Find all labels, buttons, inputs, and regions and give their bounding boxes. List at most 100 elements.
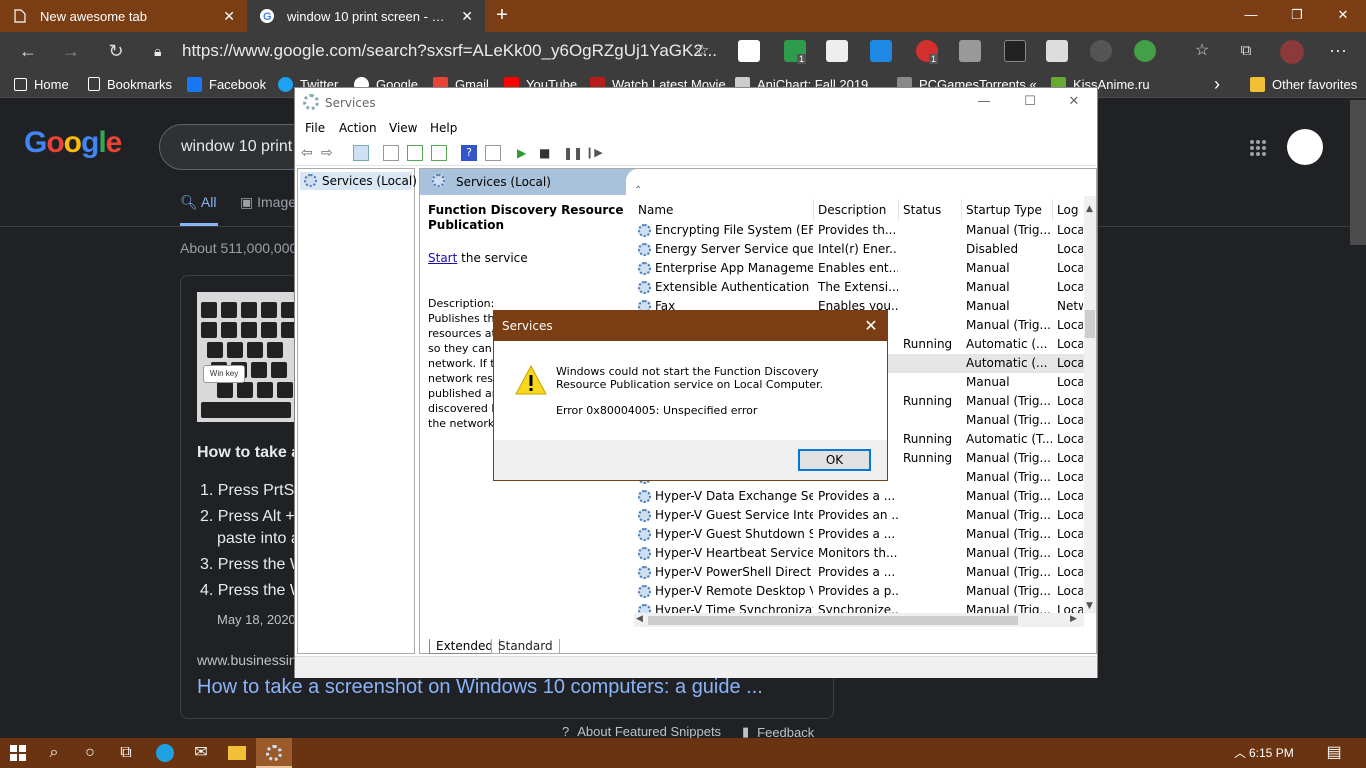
scroll-up-icon[interactable]: ▲ bbox=[1086, 204, 1093, 214]
minimize-icon[interactable]: — bbox=[1228, 0, 1274, 32]
profile-avatar[interactable] bbox=[1280, 40, 1304, 64]
table-row[interactable]: Energy Server Service queen... Intel(r) E… bbox=[634, 240, 1084, 259]
stop-icon[interactable]: ■ bbox=[539, 145, 555, 161]
minimize-icon[interactable]: — bbox=[961, 88, 1007, 116]
console-tree-icon[interactable] bbox=[353, 145, 369, 161]
table-row[interactable]: Hyper-V Guest Shutdown S... Provides a ..… bbox=[634, 525, 1084, 544]
extension-icon[interactable] bbox=[1004, 40, 1026, 62]
table-row[interactable]: Hyper-V Time Synchronizati... Synchronize… bbox=[634, 601, 1084, 613]
bookmark-home[interactable]: Home bbox=[14, 70, 69, 98]
extension-icon[interactable] bbox=[1090, 40, 1112, 62]
new-tab-button[interactable]: + bbox=[490, 4, 514, 28]
restart-icon[interactable]: ❙▶ bbox=[585, 145, 603, 161]
ok-button[interactable]: OK bbox=[798, 449, 871, 471]
table-row[interactable]: Hyper-V Heartbeat Service Monitors th... M… bbox=[634, 544, 1084, 563]
mail-icon[interactable]: ✉ bbox=[183, 738, 219, 768]
other-favorites[interactable]: Other favorites bbox=[1250, 70, 1357, 98]
forward-arrow-icon[interactable]: ⇨ bbox=[321, 145, 337, 161]
help-icon[interactable]: ? bbox=[461, 145, 477, 161]
page-scrollbar[interactable] bbox=[1350, 100, 1366, 245]
tab-extended[interactable]: Extended bbox=[429, 639, 500, 654]
column-name[interactable]: Name bbox=[634, 199, 814, 221]
more-menu-icon[interactable]: ⋯ bbox=[1320, 32, 1356, 70]
forward-button[interactable]: → bbox=[53, 32, 89, 70]
result-url[interactable]: www.businessin bbox=[197, 652, 297, 668]
menu-help[interactable]: Help bbox=[430, 121, 457, 135]
table-row[interactable]: Hyper-V PowerShell Direct ... Provides a … bbox=[634, 563, 1084, 582]
google-logo[interactable]: Google bbox=[24, 126, 122, 160]
close-tab-icon[interactable]: ✕ bbox=[223, 8, 235, 25]
column-log-on-as[interactable]: Log bbox=[1053, 199, 1084, 221]
cell-log: Loca bbox=[1057, 242, 1083, 256]
pause-icon[interactable]: ❚❚ bbox=[563, 145, 583, 161]
scroll-thumb[interactable] bbox=[1085, 310, 1095, 338]
vertical-scrollbar[interactable]: ▲ ▼ bbox=[1084, 196, 1096, 613]
tab-all[interactable]: 🔍︎ All bbox=[180, 194, 216, 211]
column-status[interactable]: Status bbox=[899, 199, 962, 221]
tab-new-awesome-tab[interactable]: New awesome tab ✕ bbox=[0, 0, 247, 32]
favorites-icon[interactable]: ☆ bbox=[1184, 32, 1220, 70]
menu-file[interactable]: File bbox=[305, 121, 325, 135]
bookmark-facebook[interactable]: Facebook bbox=[187, 70, 266, 98]
start-link[interactable]: Start bbox=[428, 251, 457, 265]
table-row[interactable]: Hyper-V Guest Service Inter... Provides a… bbox=[634, 506, 1084, 525]
column-description[interactable]: Description bbox=[814, 199, 899, 221]
apps-grid-icon[interactable] bbox=[1249, 139, 1267, 157]
edge-icon[interactable] bbox=[147, 738, 183, 768]
scroll-right-icon[interactable]: ▶ bbox=[1070, 614, 1077, 624]
task-view-icon[interactable]: ⧉ bbox=[108, 738, 144, 768]
grid-extension-icon[interactable] bbox=[959, 40, 981, 62]
column-startup-type[interactable]: Startup Type bbox=[962, 199, 1053, 221]
menu-view[interactable]: View bbox=[389, 121, 417, 135]
scroll-left-icon[interactable]: ◀ bbox=[636, 614, 643, 624]
table-row[interactable]: Hyper-V Remote Desktop Vi... Provides a p… bbox=[634, 582, 1084, 601]
extension-icon[interactable] bbox=[1134, 40, 1156, 62]
view-icon[interactable] bbox=[485, 145, 501, 161]
services-taskbar-icon[interactable] bbox=[256, 738, 292, 768]
back-button[interactable]: ← bbox=[10, 32, 46, 70]
keyboard-image[interactable] bbox=[197, 292, 297, 422]
back-arrow-icon[interactable]: ⇦ bbox=[301, 145, 317, 161]
windows-start-icon[interactable] bbox=[0, 738, 36, 768]
account-avatar[interactable] bbox=[1287, 129, 1323, 165]
table-row[interactable]: Extensible Authentication P... The Extens… bbox=[634, 278, 1084, 297]
extension-icon[interactable] bbox=[1046, 40, 1068, 62]
tab-google-search[interactable]: G window 10 print screen - Google ✕ bbox=[247, 0, 485, 32]
menu-action[interactable]: Action bbox=[339, 121, 377, 135]
file-explorer-icon[interactable] bbox=[219, 738, 255, 768]
tab-images[interactable]: ▣ Image bbox=[240, 194, 296, 211]
notifications-icon[interactable]: ▤ bbox=[1316, 738, 1352, 768]
close-window-icon[interactable]: ✕ bbox=[1320, 0, 1366, 32]
collections-icon[interactable]: ⧉ bbox=[1228, 32, 1264, 70]
table-row[interactable]: Hyper-V Data Exchange Ser... Provides a .… bbox=[634, 487, 1084, 506]
close-icon[interactable]: ✕ bbox=[1051, 88, 1097, 116]
table-row[interactable]: Enterprise App Managemen... Enables ent..… bbox=[634, 259, 1084, 278]
more-bookmarks-chevron-icon[interactable]: › bbox=[1214, 70, 1220, 98]
table-row[interactable]: Encrypting File System (EFS) Provides th.… bbox=[634, 221, 1084, 240]
cortana-icon[interactable]: ○ bbox=[72, 738, 108, 768]
close-tab-icon[interactable]: ✕ bbox=[461, 8, 473, 25]
extension-icon[interactable] bbox=[738, 40, 760, 62]
scroll-down-icon[interactable]: ▼ bbox=[1086, 601, 1093, 611]
properties-icon[interactable] bbox=[383, 145, 399, 161]
dialog-close-icon[interactable]: ✕ bbox=[861, 311, 881, 341]
gear-icon bbox=[638, 566, 651, 579]
bookmark-bookmarks[interactable]: Bookmarks bbox=[88, 70, 172, 98]
about-featured-snippets-link[interactable]: ? About Featured Snippets bbox=[562, 724, 721, 739]
tab-standard[interactable]: Standard bbox=[491, 639, 560, 654]
address-bar[interactable]: 🔒︎ https://www.google.com/search?sxsrf=A… bbox=[144, 36, 722, 66]
tree-item-services-local[interactable]: Services (Local) bbox=[300, 172, 417, 190]
cart-extension-icon[interactable] bbox=[870, 40, 892, 62]
play-icon[interactable]: ▶ bbox=[517, 145, 533, 161]
result-link[interactable]: How to take a screenshot on Windows 10 c… bbox=[197, 676, 763, 699]
horizontal-scroll-thumb[interactable] bbox=[648, 616, 1018, 625]
export-list-icon[interactable] bbox=[431, 145, 447, 161]
restore-icon[interactable]: ❐ bbox=[1274, 0, 1320, 32]
extension-icon[interactable] bbox=[826, 40, 848, 62]
search-icon[interactable]: ⌕ bbox=[36, 738, 72, 768]
refresh-button[interactable]: ↻ bbox=[98, 32, 134, 70]
favorite-star-icon[interactable]: ☆ bbox=[684, 32, 720, 70]
maximize-icon[interactable]: ☐ bbox=[1007, 88, 1053, 116]
taskbar-clock[interactable]: 6:15 PM bbox=[1249, 738, 1294, 768]
refresh-icon[interactable] bbox=[407, 145, 423, 161]
